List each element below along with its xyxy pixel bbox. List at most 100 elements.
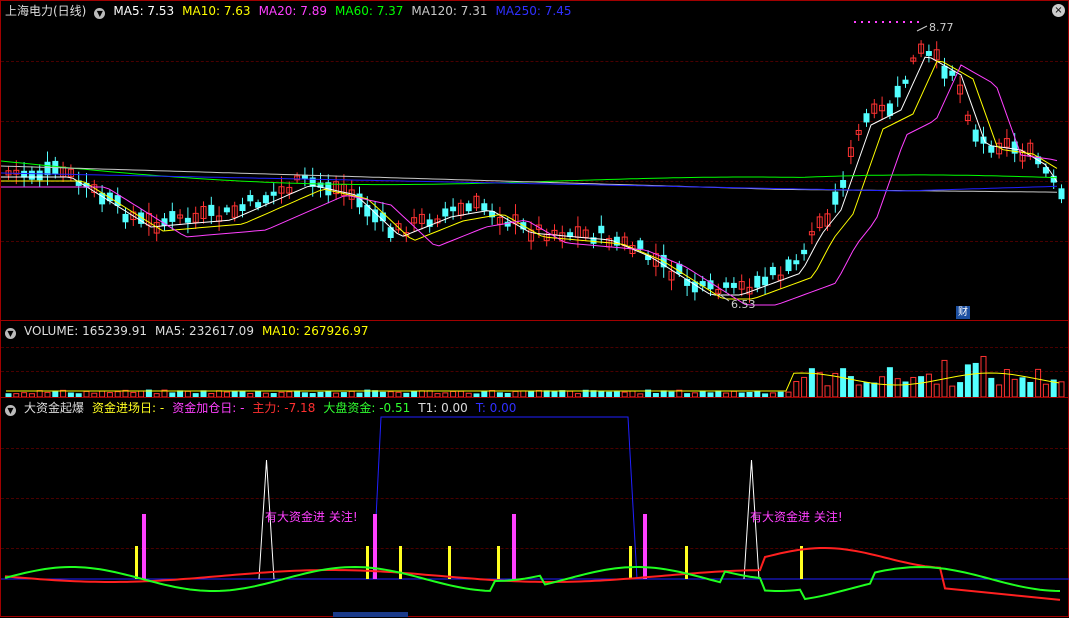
candlestick	[481, 203, 488, 211]
candlestick	[44, 161, 51, 176]
entry-day-bar	[366, 546, 369, 579]
entry-day-bar	[629, 546, 632, 579]
indicator-header: ▼ 大资金起爆 资金进场日: - 资金加仓日: - 主力: -7.18 大盘资金: -0.…	[5, 400, 524, 416]
t-value: T: 0.00	[475, 401, 517, 415]
candlestick	[465, 203, 472, 212]
time-axis-cursor[interactable]	[333, 612, 408, 617]
volume-bar	[1058, 381, 1065, 398]
volume-bar	[824, 385, 831, 398]
volume-ma10: MA10: 267926.97	[261, 324, 369, 338]
volume-bar	[793, 381, 800, 398]
marker-dot	[882, 21, 884, 23]
candlestick	[988, 145, 995, 153]
candlestick	[972, 129, 979, 142]
volume-bar	[816, 372, 823, 398]
candlestick	[21, 170, 28, 178]
main-force: 主力: -7.18	[252, 401, 316, 415]
candlestick	[28, 170, 35, 180]
volume-value: VOLUME: 165239.91	[24, 324, 147, 338]
volume-bar	[801, 376, 808, 398]
volume-bar	[886, 367, 893, 398]
marker-dot	[917, 21, 919, 23]
volume-bar	[980, 355, 987, 398]
candlestick	[239, 204, 246, 212]
candlestick	[270, 191, 277, 196]
volume-bar	[1035, 368, 1042, 398]
add-day-bar	[643, 514, 647, 579]
candlestick	[754, 275, 761, 288]
volume-bar	[988, 377, 995, 398]
candlestick	[793, 260, 800, 265]
ma120-value: MA120: 7.31	[411, 4, 488, 18]
ma250-value: MA250: 7.45	[495, 4, 572, 18]
indicator-panel[interactable]: ▼ 大资金起爆 资金进场日: - 资金加仓日: - 主力: -7.18 大盘资金: -0.…	[0, 397, 1069, 617]
marker-dot	[861, 21, 863, 23]
volume-bar	[840, 368, 847, 398]
volume-bar	[925, 373, 932, 398]
volume-bar	[972, 362, 979, 398]
candlestick-chart[interactable]	[1, 1, 1069, 322]
candlestick	[723, 282, 730, 288]
t1-value: T1: 0.00	[418, 401, 468, 415]
alert-label-left: 有大资金进 关注!	[265, 510, 358, 524]
volume-bar	[894, 378, 901, 398]
ma5-value: MA5: 7.53	[113, 4, 175, 18]
candlestick	[941, 65, 948, 79]
ma20-value: MA20: 7.89	[258, 4, 327, 18]
candlestick	[184, 217, 191, 223]
candlestick	[247, 195, 254, 202]
add-day-bar	[512, 514, 516, 579]
add-day-bar	[142, 514, 146, 579]
volume-bar	[949, 385, 956, 398]
main-force-line	[4, 547, 1061, 601]
candlestick	[801, 249, 808, 255]
candlestick	[902, 79, 909, 84]
finance-badge[interactable]: 财	[956, 306, 970, 319]
volume-bar	[964, 364, 971, 398]
volume-bar	[996, 384, 1003, 398]
chevron-down-icon[interactable]: ▼	[5, 405, 16, 416]
candlestick	[598, 225, 605, 234]
candlestick	[255, 202, 262, 208]
entry-day-bar	[399, 546, 402, 579]
candlestick	[785, 259, 792, 272]
candlestick	[1058, 188, 1065, 200]
volume-bar	[1042, 383, 1049, 398]
high-price-label: 8.77	[929, 21, 954, 34]
volume-bar	[1011, 378, 1018, 398]
price-header: 上海电力(日线) ▼ MA5: 7.53 MA10: 7.63 MA20: 7.89 MA…	[5, 3, 580, 19]
candlestick	[637, 240, 644, 249]
candlestick	[894, 85, 901, 98]
marker-dot	[896, 21, 898, 23]
candlestick	[949, 70, 956, 76]
volume-chart-panel[interactable]: ▼ VOLUME: 165239.91 MA5: 232617.09 MA10: 26…	[0, 320, 1069, 398]
candlestick	[730, 282, 737, 288]
volume-bar	[933, 383, 940, 398]
chevron-down-icon[interactable]: ▼	[5, 328, 16, 339]
candlestick	[886, 103, 893, 116]
market-fund-line	[4, 565, 1061, 601]
candlestick	[925, 51, 932, 56]
volume-bar	[879, 376, 886, 398]
candlestick	[450, 206, 457, 212]
candlestick	[769, 266, 776, 276]
entry-day-bar	[135, 546, 138, 579]
candlestick	[301, 174, 308, 180]
volume-ma-line	[6, 372, 1060, 392]
volume-ma5: MA5: 232617.09	[155, 324, 254, 338]
volume-bar	[1027, 381, 1034, 398]
ma120-line	[1, 165, 1058, 193]
ma60-line	[1, 160, 1058, 186]
add-day: 资金加仓日: -	[172, 401, 245, 415]
chevron-down-icon[interactable]: ▼	[94, 8, 106, 19]
candlestick	[442, 208, 449, 217]
candlestick	[262, 195, 269, 204]
candlestick	[832, 191, 839, 205]
indicator-chart[interactable]	[1, 398, 1069, 618]
candlestick	[863, 113, 870, 123]
candlestick	[840, 180, 847, 188]
candlestick	[36, 170, 43, 181]
price-chart-panel[interactable]: 上海电力(日线) ▼ MA5: 7.53 MA10: 7.63 MA20: 7.89 MA…	[0, 0, 1069, 321]
volume-bar	[871, 382, 878, 398]
close-icon[interactable]: ×	[1052, 4, 1065, 17]
